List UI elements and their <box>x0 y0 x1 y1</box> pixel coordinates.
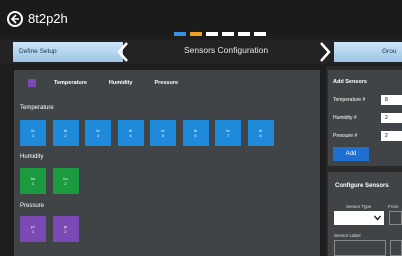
tile-number: 1 <box>31 133 35 138</box>
temperature-sensor-tile[interactable]: te 3 <box>85 120 111 146</box>
filter-pressure[interactable]: Pressure <box>154 80 178 86</box>
next-step-button[interactable]: Grou <box>334 42 402 62</box>
page-title: Sensors Configuration <box>184 45 269 55</box>
chevron-right-icon[interactable] <box>318 41 332 63</box>
from-label: From <box>388 204 399 209</box>
add-sensors-card: Add Sensors Temperature # 8 Humidity # 2… <box>328 70 402 166</box>
tile-number: 3 <box>96 133 100 138</box>
step-dot <box>190 32 202 36</box>
humidity-sensor-tile[interactable]: hu 1 <box>20 168 46 194</box>
temperature-sensor-tile[interactable]: te 8 <box>247 120 274 146</box>
filter-humidity[interactable]: Humidity <box>109 80 133 86</box>
temperature-sensor-tile[interactable]: te 4 <box>117 120 144 146</box>
pressure-sensor-tile[interactable]: pr 2 <box>52 216 79 242</box>
configure-sensors-title: Configure Sensors <box>335 183 389 189</box>
sensor-filter-bar: Temperature Humidity Pressure <box>14 70 320 96</box>
tile-number: 1 <box>31 229 35 234</box>
temperature-count-label: Temperature # <box>333 97 366 103</box>
pressure-count-label: Pressure # <box>333 133 358 139</box>
add-sensors-title: Add Sensors <box>333 79 367 85</box>
tile-number: 2 <box>64 133 67 138</box>
from-input[interactable] <box>389 211 402 225</box>
tile-number: 2 <box>64 229 67 234</box>
step-dot <box>206 32 218 36</box>
sensor-label-label: Sensor Label <box>334 233 361 238</box>
pressure-sensor-tile[interactable]: pr 1 <box>20 216 46 242</box>
step-dot <box>254 32 266 36</box>
back-arrow-icon[interactable] <box>7 11 23 27</box>
sensor-label-input[interactable] <box>334 240 386 256</box>
temperature-sensor-tile[interactable]: te 2 <box>52 120 79 146</box>
humidity-sensor-tile[interactable]: hu 2 <box>52 168 79 194</box>
temperature-sensor-tile[interactable]: te 5 <box>150 120 176 146</box>
configure-sensors-card: Configure Sensors Sensor Type From Senso… <box>328 172 402 256</box>
tile-number: 1 <box>31 181 35 186</box>
step-indicator <box>174 32 266 36</box>
sensor-type-label: Sensor Type <box>346 204 372 209</box>
tile-number: 8 <box>259 133 262 138</box>
tile-number: 6 <box>194 133 197 138</box>
group-label-pressure: Pressure <box>20 203 45 209</box>
app-title: 8t2p2h <box>28 11 68 26</box>
filter-all-icon[interactable] <box>28 79 36 87</box>
sensor-palette: Temperature Humidity Pressure Temperatur… <box>14 70 320 256</box>
temperature-count-input[interactable]: 8 <box>381 95 402 105</box>
group-label-temperature: Temperature <box>20 105 54 111</box>
tile-number: 5 <box>161 133 165 138</box>
temperature-sensor-tile[interactable]: te 7 <box>215 120 241 146</box>
step-dot <box>174 32 186 36</box>
filter-temperature[interactable]: Temperature <box>54 80 87 86</box>
tile-number: 4 <box>129 133 132 138</box>
sensor-label-extra-field[interactable] <box>390 240 402 256</box>
group-label-humidity: Humidity <box>20 154 44 160</box>
tile-number: 7 <box>226 133 230 138</box>
tile-number: 2 <box>64 181 67 186</box>
humidity-count-label: Humidity # <box>333 115 357 121</box>
humidity-count-input[interactable]: 2 <box>381 113 402 123</box>
temperature-sensor-tile[interactable]: te 6 <box>182 120 209 146</box>
step-dot <box>222 32 234 36</box>
chevron-down-icon <box>374 215 381 221</box>
sensor-type-select[interactable] <box>334 211 384 225</box>
pressure-count-input[interactable]: 2 <box>381 131 402 141</box>
previous-step-button[interactable]: Define Setup <box>13 42 123 62</box>
temperature-sensor-tile[interactable]: te 1 <box>20 120 46 146</box>
step-dot <box>238 32 250 36</box>
add-button[interactable]: Add <box>333 147 369 161</box>
chevron-left-icon[interactable] <box>116 41 130 63</box>
